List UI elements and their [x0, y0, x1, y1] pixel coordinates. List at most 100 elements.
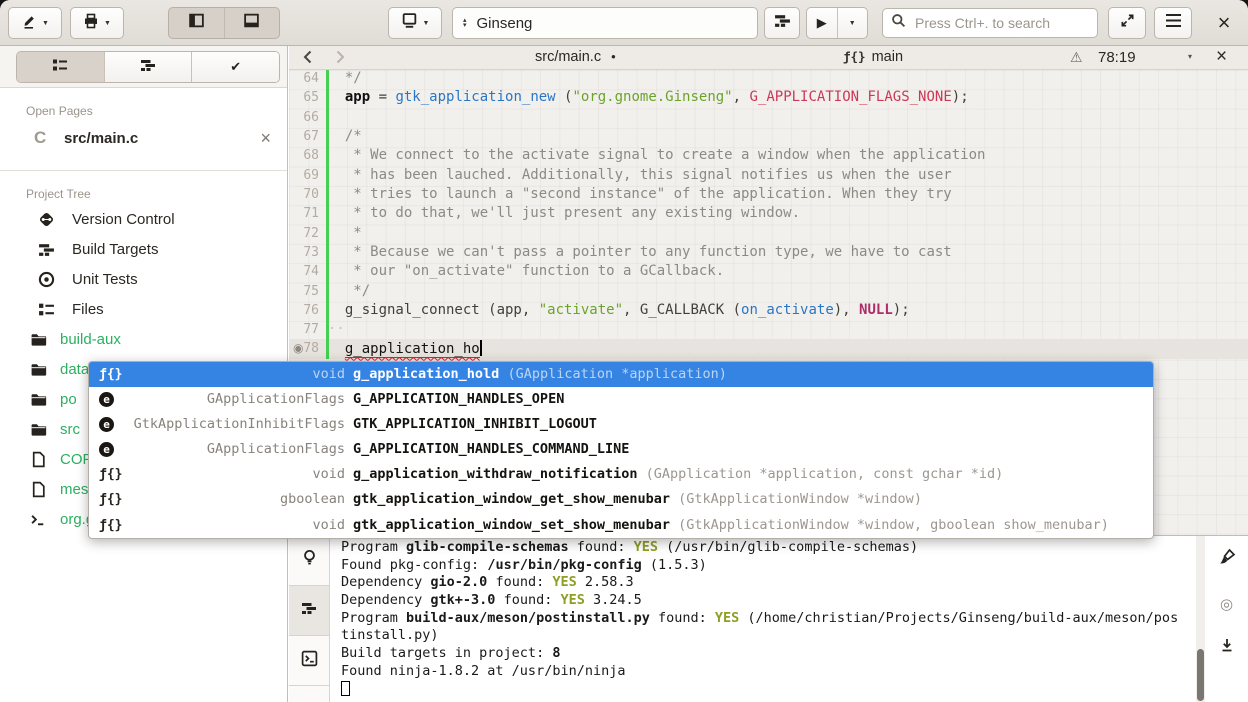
utility-strip: ◎ — [1205, 536, 1248, 702]
open-page-row[interactable]: C src/main.c × — [0, 124, 287, 156]
completion-item-gtk-application-window-get-show-menubar[interactable]: ƒ{}gbooleangtk_application_window_get_sh… — [89, 487, 1153, 512]
tab-build-targets[interactable] — [104, 52, 192, 82]
panel-tab-strip — [289, 536, 330, 702]
tree-item-label: Files — [72, 301, 104, 318]
code-line-68[interactable]: 68 * We connect to the activate signal t… — [289, 146, 1248, 165]
panel-toggle-group — [168, 7, 280, 39]
completion-item-g-application-handles-command-line[interactable]: eGApplicationFlagsG_APPLICATION_HANDLES_… — [89, 437, 1153, 462]
fullscreen-button[interactable] — [1108, 7, 1146, 39]
git-icon — [38, 211, 55, 233]
clear-brush-icon[interactable] — [1218, 548, 1236, 571]
enum-icon: e — [99, 416, 114, 432]
completion-label: g_application_hold (GApplication *applic… — [353, 366, 727, 382]
line-number: 66 — [289, 110, 319, 125]
code-line-70[interactable]: 70 * tries to launch a "second instance"… — [289, 185, 1248, 204]
editor-header: src/main.c• ƒ{}main ⚠ 78:19 ▾ × — [289, 46, 1248, 70]
function-icon: ƒ{} — [843, 49, 866, 64]
toggle-bottom-panel-button[interactable] — [224, 8, 280, 38]
deploy-button[interactable]: ▼ — [70, 7, 124, 39]
code-line-66[interactable]: 66 — [289, 108, 1248, 127]
code-line-74[interactable]: 74 * our "on_activate" function to a GCa… — [289, 262, 1248, 281]
caret-down-icon: ▼ — [423, 20, 430, 27]
run-options-button[interactable]: ▼ — [838, 8, 868, 38]
scrollbar-thumb[interactable] — [1197, 649, 1204, 701]
headerbar: ▼ ▼ ▼ ▴▾ Ginseng ▶ ▼ — [0, 0, 1248, 46]
line-number: 70 — [289, 187, 319, 202]
check-icon: ✔ — [230, 59, 241, 75]
code-line-65[interactable]: 65 app = gtk_application_new ("org.gnome… — [289, 88, 1248, 107]
code-text: * Because we can't pass a pointer to any… — [328, 244, 952, 260]
file-icon — [30, 451, 47, 473]
gnome-builder-window: ▼ ▼ ▼ ▴▾ Ginseng ▶ ▼ — [0, 0, 1248, 702]
tree-item-label: Build Targets — [72, 241, 158, 258]
tree-item-version-control[interactable]: Version Control — [0, 205, 287, 235]
tree-item-label: po — [60, 391, 77, 408]
project-tree: Version Control Build Targets Unit Tests Fi… — [0, 205, 287, 325]
completion-item-gtk-application-window-set-show-menubar[interactable]: ƒ{}voidgtk_application_window_set_show_m… — [89, 513, 1153, 538]
build-output-terminal[interactable]: Program glib-compile-schemas found: YES … — [341, 539, 1188, 702]
enum-icon: e — [99, 441, 114, 457]
code-line-64[interactable]: 64 */ — [289, 70, 1248, 88]
completion-item-g-application-withdraw-notification[interactable]: ƒ{}voidg_application_withdraw_notificati… — [89, 462, 1153, 487]
return-type: GApplicationFlags — [119, 441, 345, 457]
terminal-line — [341, 681, 1188, 699]
file-item-build-aux[interactable]: build-aux — [0, 325, 287, 355]
completion-label: gtk_application_window_set_show_menubar … — [353, 517, 1109, 533]
left-panel-icon — [188, 12, 205, 34]
tab-todos[interactable]: ✔ — [191, 52, 279, 82]
code-text: app = gtk_application_new ("org.gnome.Gi… — [328, 89, 969, 105]
search-input[interactable] — [913, 14, 1089, 32]
build-button[interactable] — [764, 7, 800, 39]
code-line-75[interactable]: 75 */ — [289, 282, 1248, 301]
project-tree-label: Project Tree — [26, 187, 287, 201]
completion-item-g-application-hold[interactable]: ƒ{}voidg_application_hold (GApplication … — [89, 362, 1153, 387]
tree-item-unit-tests[interactable]: Unit Tests — [0, 265, 287, 295]
terminal-line: tinstall.py) — [341, 627, 1188, 645]
bottom-panel-icon — [243, 12, 260, 34]
nav-back-button[interactable] — [299, 48, 317, 71]
omnibar-button[interactable]: ▴▾ Ginseng — [452, 7, 758, 39]
execution-marker-icon: ◉ — [293, 341, 303, 355]
tree-item-build-targets[interactable]: Build Targets — [0, 235, 287, 265]
terminal-cursor — [341, 681, 350, 696]
build-icon — [301, 600, 317, 621]
code-line-73[interactable]: 73 * Because we can't pass a pointer to … — [289, 243, 1248, 262]
line-number: 64 — [289, 71, 319, 86]
terminal-line: Build targets in project: 8 — [341, 645, 1188, 663]
tab-messages[interactable] — [289, 536, 329, 586]
code-line-69[interactable]: 69 * has been lauched. Additionally, thi… — [289, 166, 1248, 185]
symbol-breadcrumb[interactable]: ƒ{}main — [843, 49, 903, 65]
tree-item-label: data — [60, 361, 89, 378]
return-type: gboolean — [119, 491, 345, 507]
page-options-caret[interactable]: ▾ — [1188, 52, 1192, 61]
tab-open-pages[interactable] — [17, 52, 104, 82]
device-selector-button[interactable]: ▼ — [388, 7, 442, 39]
close-page-button[interactable]: × — [260, 128, 271, 149]
code-line-72[interactable]: 72 * — [289, 224, 1248, 243]
nav-forward-button[interactable] — [331, 48, 349, 71]
expand-icon — [1120, 13, 1135, 33]
printer-icon — [83, 13, 99, 34]
tab-build-output[interactable] — [289, 586, 329, 636]
warning-icon[interactable]: ⚠ — [1070, 49, 1083, 66]
menu-button[interactable] — [1154, 7, 1192, 39]
completion-item-gtk-application-inhibit-logout[interactable]: eGtkApplicationInhibitFlagsGTK_APPLICATI… — [89, 412, 1153, 437]
line-number: 76 — [289, 303, 319, 318]
download-icon[interactable] — [1219, 637, 1235, 659]
tab-terminal[interactable] — [289, 636, 329, 686]
terminal-scrollbar — [1196, 536, 1205, 702]
code-line-67[interactable]: 67 /* — [289, 127, 1248, 146]
code-line-76[interactable]: 76 g_signal_connect (app, "activate", G_… — [289, 301, 1248, 320]
code-line-77[interactable]: 77·· — [289, 320, 1248, 339]
close-editor-button[interactable]: × — [1216, 46, 1227, 68]
window-close-button[interactable]: × — [1206, 5, 1242, 41]
run-button[interactable]: ▶ — [807, 8, 837, 38]
code-line-71[interactable]: 71 * to do that, we'll just present any … — [289, 204, 1248, 223]
toggle-left-panel-button[interactable] — [169, 8, 224, 38]
code-line-78[interactable]: 78◉ g_application_ho — [289, 339, 1248, 358]
tree-item-files[interactable]: Files — [0, 295, 287, 325]
record-icon[interactable]: ◎ — [1220, 595, 1233, 613]
edit-mode-button[interactable]: ▼ — [8, 7, 62, 39]
completion-item-g-application-handles-open[interactable]: eGApplicationFlagsG_APPLICATION_HANDLES_… — [89, 387, 1153, 412]
line-number: 77 — [289, 322, 319, 337]
